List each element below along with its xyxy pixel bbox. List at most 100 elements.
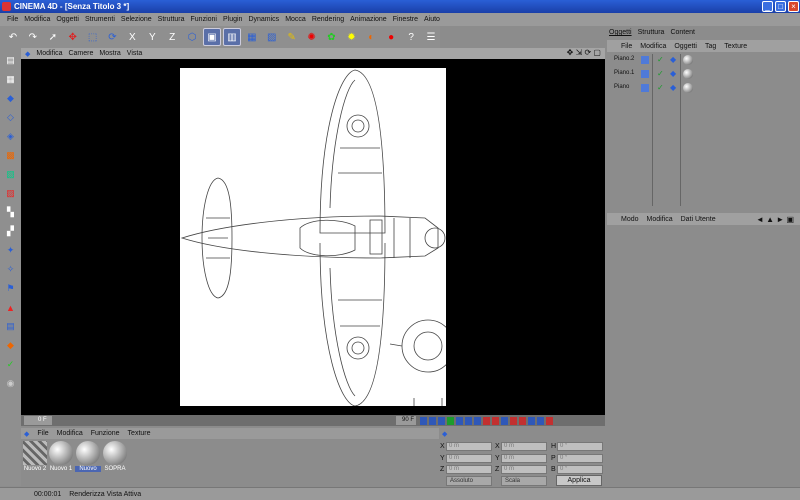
menu-file[interactable]: File: [4, 13, 21, 26]
texture-mode-icon[interactable]: ▦: [243, 28, 261, 46]
render-view-icon[interactable]: ▨: [263, 28, 281, 46]
material-tag-icon[interactable]: [683, 83, 693, 93]
menu-finestre[interactable]: Finestre: [390, 13, 421, 26]
attributes-menu-modo[interactable]: Modo: [621, 216, 639, 223]
parameter-key-icon[interactable]: [537, 416, 544, 425]
attribute-nav-icons[interactable]: ◄ ▲ ► ▣: [756, 215, 794, 224]
tweak-icon[interactable]: ✧: [2, 261, 19, 278]
record-icon[interactable]: [483, 416, 490, 425]
objects-menu-oggetti[interactable]: Oggetti: [674, 43, 697, 50]
undo-icon[interactable]: ↶: [4, 28, 22, 46]
go-to-start-icon[interactable]: [420, 416, 427, 425]
position-z-field[interactable]: 0 m: [446, 465, 492, 474]
primitive-cube-icon[interactable]: ✿: [323, 28, 341, 46]
uv-polygons-icon[interactable]: ▧: [2, 166, 19, 183]
light-icon[interactable]: ✹: [342, 28, 360, 46]
autokey-icon[interactable]: [492, 416, 499, 425]
checkerboard-2-icon[interactable]: ▞: [2, 223, 19, 240]
tab-content[interactable]: Content: [670, 29, 695, 40]
coordinate-mode-dropdown[interactable]: Assoluto: [446, 476, 492, 486]
menu-strumenti[interactable]: Strumenti: [82, 13, 118, 26]
position-x-field[interactable]: 0 m: [446, 442, 492, 451]
rotation-p-field[interactable]: 0 °: [557, 454, 603, 463]
viewport-menu-modifica[interactable]: Modifica: [36, 50, 62, 57]
x-axis-icon[interactable]: X: [123, 28, 141, 46]
next-frame-icon[interactable]: [456, 416, 463, 425]
menu-animazione[interactable]: Animazione: [347, 13, 390, 26]
menu-dynamics[interactable]: Dynamics: [245, 13, 282, 26]
material-swatch[interactable]: [49, 441, 73, 465]
material-label[interactable]: Nuovo 1: [48, 466, 74, 472]
material-tag-icon[interactable]: [683, 55, 693, 65]
rotation-key-icon[interactable]: [528, 416, 535, 425]
material-tag-icon[interactable]: [683, 69, 693, 79]
objects-menu-file[interactable]: File: [621, 43, 632, 50]
attributes-menu-modifica[interactable]: Modifica: [647, 216, 673, 223]
menu-rendering[interactable]: Rendering: [309, 13, 347, 26]
rotate-icon[interactable]: ⟳: [104, 28, 122, 46]
menu-selezione[interactable]: Selezione: [118, 13, 155, 26]
object-mode-icon[interactable]: ▥: [222, 28, 241, 46]
render-picture-viewer-icon[interactable]: ✺: [303, 28, 321, 46]
close-icon[interactable]: ×: [788, 1, 799, 12]
materials-menu-texture[interactable]: Texture: [128, 430, 151, 437]
object-name[interactable]: Piano.1: [614, 70, 634, 76]
workplane-icon[interactable]: ▲: [2, 299, 19, 316]
checkmark-icon[interactable]: ✓: [657, 55, 664, 64]
menu-oggetti[interactable]: Oggetti: [53, 13, 82, 26]
prev-key-icon[interactable]: [429, 416, 436, 425]
play-icon[interactable]: [447, 416, 454, 425]
viewport-menu-vista[interactable]: Vista: [127, 50, 142, 57]
camera-icon[interactable]: ●: [382, 28, 400, 46]
uv-points-icon[interactable]: ▩: [2, 147, 19, 164]
render-region-icon[interactable]: ✎: [283, 28, 301, 46]
z-axis-icon[interactable]: Z: [163, 28, 181, 46]
axis-icon[interactable]: ✦: [2, 242, 19, 259]
deformer-icon[interactable]: ◐: [362, 28, 380, 46]
viewport-nav-icons[interactable]: ✥ ⇲ ⟳ ▢: [567, 48, 601, 57]
scale-key-icon[interactable]: [519, 416, 526, 425]
size-z-field[interactable]: 0 m: [501, 465, 547, 474]
layer-manager-icon[interactable]: ☰: [422, 28, 440, 46]
viewport-menu-camere[interactable]: Camere: [68, 50, 93, 57]
coordinate-system-icon[interactable]: ⬡: [183, 28, 201, 46]
object-name[interactable]: Piano: [614, 84, 629, 90]
menu-mocca[interactable]: Mocca: [282, 13, 309, 26]
checkmark-icon[interactable]: ✓: [657, 69, 664, 78]
object-name[interactable]: Piano.2: [614, 56, 634, 62]
objects-menu-texture[interactable]: Texture: [724, 43, 747, 50]
minimize-icon[interactable]: _: [762, 1, 773, 12]
menu-plugin[interactable]: Plugin: [220, 13, 245, 26]
apply-button[interactable]: Applica: [556, 475, 602, 486]
edges-mode-icon[interactable]: ◇: [2, 109, 19, 126]
points-mode-icon[interactable]: ◆: [2, 90, 19, 107]
help-icon[interactable]: ?: [402, 28, 420, 46]
position-key-icon[interactable]: [510, 416, 517, 425]
scale-icon[interactable]: ⬚: [84, 28, 102, 46]
symmetry-icon[interactable]: ✓: [2, 356, 19, 373]
paint-icon[interactable]: ▨: [2, 185, 19, 202]
rotation-h-field[interactable]: 0 °: [557, 442, 603, 451]
material-label[interactable]: SOPRA: [102, 466, 128, 472]
material-swatch[interactable]: [103, 441, 127, 465]
grid-icon[interactable]: ▤: [2, 318, 19, 335]
materials-menu-modifica[interactable]: Modifica: [57, 430, 83, 437]
select-arrow-icon[interactable]: ➚: [44, 28, 62, 46]
size-x-field[interactable]: 0 m: [501, 442, 547, 451]
rotation-b-field[interactable]: 0 °: [557, 465, 603, 474]
menu-struttura[interactable]: Struttura: [155, 13, 188, 26]
film-icon[interactable]: ▤: [2, 52, 19, 69]
material-swatch[interactable]: [76, 441, 100, 465]
checkerboard-icon[interactable]: ▚: [2, 204, 19, 221]
size-y-field[interactable]: 0 m: [501, 454, 547, 463]
material-label[interactable]: Nuovo 2: [22, 466, 48, 472]
snap-icon[interactable]: ⚑: [2, 280, 19, 297]
y-axis-icon[interactable]: Y: [143, 28, 161, 46]
go-to-end-icon[interactable]: [474, 416, 481, 425]
position-y-field[interactable]: 0 m: [446, 454, 492, 463]
tab-struttura[interactable]: Struttura: [638, 29, 665, 40]
viewport-menu-mostra[interactable]: Mostra: [99, 50, 120, 57]
checker-icon[interactable]: ▦: [2, 71, 19, 88]
menu-aiuto[interactable]: Aiuto: [421, 13, 443, 26]
menu-modifica[interactable]: Modifica: [21, 13, 53, 26]
